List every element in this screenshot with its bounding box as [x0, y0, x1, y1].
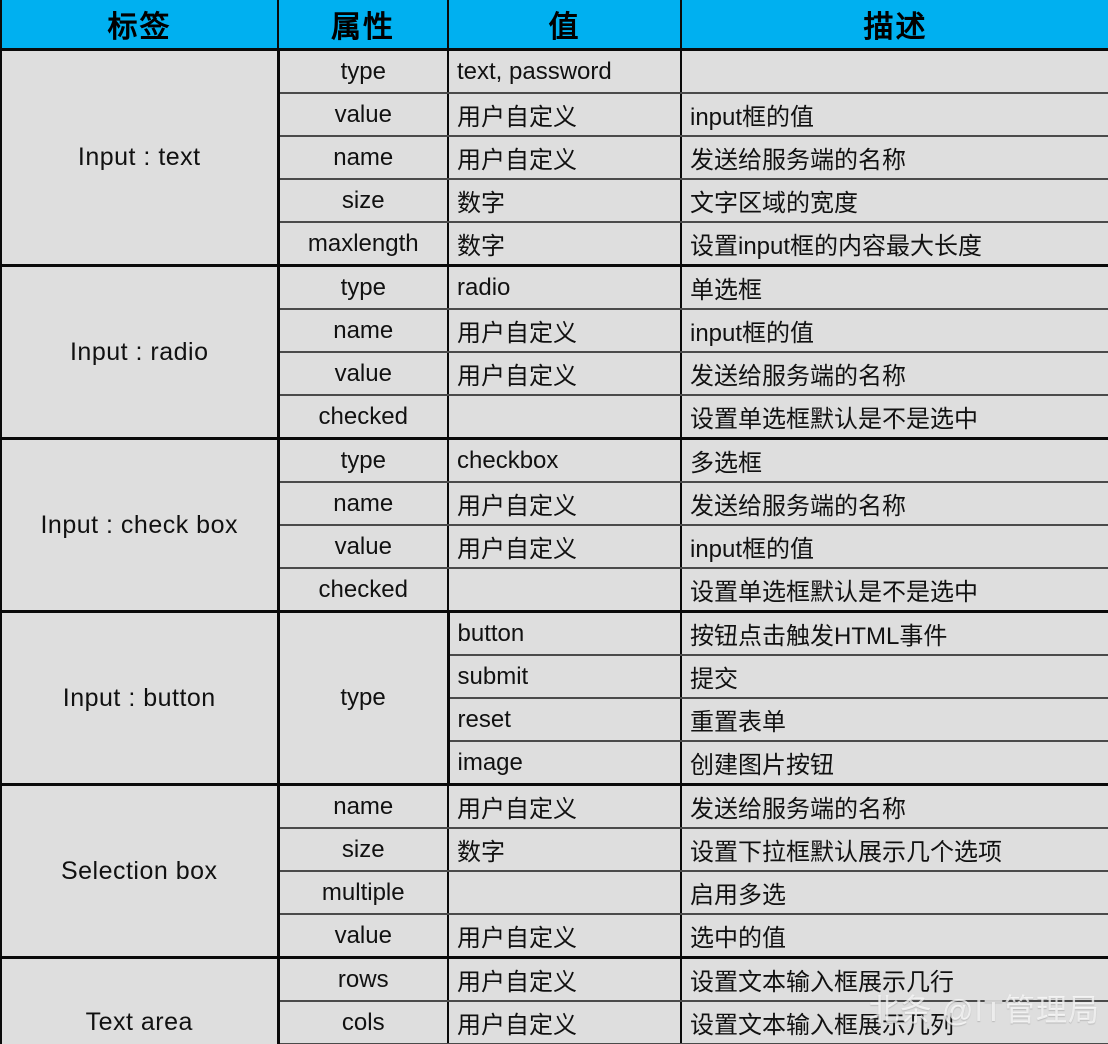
table-row: Selection box name 用户自定义 发送给服务端的名称: [0, 784, 1108, 959]
description-cell: 多选框: [681, 438, 1108, 483]
value-cell: [448, 871, 682, 915]
value-cell: 数字: [448, 179, 682, 223]
column-header-tag: 标签: [0, 0, 279, 51]
value-cell: 数字: [448, 828, 682, 872]
attribute-cell: rows: [278, 957, 449, 1002]
attribute-cell: type: [278, 611, 450, 786]
attribute-cell: name: [277, 309, 449, 353]
description-cell: 启用多选: [681, 871, 1108, 915]
header-row: 标签 属性 值 描述: [0, 0, 1108, 51]
value-cell: image: [447, 741, 682, 786]
tag-cell: Input : button: [0, 611, 280, 786]
table-row: Input : button type button 按钮点击触发HTML事件: [0, 611, 1108, 786]
attribute-cell: size: [277, 828, 449, 872]
attribute-cell: value: [277, 914, 449, 959]
value-cell: 用户自定义: [448, 1001, 682, 1044]
description-cell: 设置input框的内容最大长度: [681, 222, 1108, 267]
attribute-cell: name: [278, 784, 449, 829]
description-cell: 设置下拉框默认展示几个选项: [681, 828, 1108, 872]
attribute-cell: value: [277, 93, 449, 137]
description-cell: 文字区域的宽度: [681, 179, 1108, 223]
value-cell: button: [448, 611, 682, 656]
description-cell: 重置表单: [681, 698, 1108, 742]
tag-cell: Text area: [0, 957, 280, 1044]
attribute-cell: maxlength: [277, 222, 449, 267]
description-cell: 发送给服务端的名称: [681, 136, 1108, 180]
value-cell: [448, 395, 682, 440]
value-cell: 用户自定义: [448, 525, 682, 569]
description-cell: input框的值: [681, 525, 1108, 569]
attribute-cell: name: [277, 136, 449, 180]
value-cell: 数字: [448, 222, 682, 267]
attribute-cell: size: [277, 179, 449, 223]
value-cell: reset: [447, 698, 682, 742]
attribute-cell: checked: [277, 395, 449, 440]
table-container: 标签 属性 值 描述 Input : text type text, passwor…: [0, 0, 1108, 1044]
description-cell: 按钮点击触发HTML事件: [681, 611, 1108, 656]
html-form-attributes-table: 标签 属性 值 描述 Input : text type text, passwor…: [0, 0, 1108, 1044]
tag-cell: Selection box: [0, 784, 280, 959]
description-cell: 创建图片按钮: [681, 741, 1108, 786]
value-cell: text, password: [448, 49, 682, 94]
attribute-cell: cols: [277, 1001, 449, 1044]
description-cell: 提交: [681, 655, 1108, 699]
value-cell: 用户自定义: [448, 136, 682, 180]
value-cell: 用户自定义: [448, 309, 682, 353]
description-cell: 设置文本输入框展示几行: [681, 957, 1108, 1002]
description-cell: input框的值: [681, 93, 1108, 137]
column-header-description: 描述: [681, 0, 1108, 51]
table-row: Input : radio type radio 单选框: [0, 265, 1108, 440]
description-cell: 选中的值: [681, 914, 1108, 959]
tag-cell: Input : check box: [0, 438, 280, 613]
attribute-cell: value: [277, 525, 449, 569]
description-cell: 设置文本输入框展示几列: [681, 1001, 1108, 1044]
value-cell: 用户自定义: [448, 352, 682, 396]
value-cell: checkbox: [448, 438, 682, 483]
table-header: 标签 属性 值 描述: [0, 0, 1108, 51]
tag-cell: Input : radio: [0, 265, 280, 440]
value-cell: 用户自定义: [448, 482, 682, 526]
table-row: Text area rows 用户自定义 设置文本输入框展示几行: [0, 957, 1108, 1044]
value-cell: 用户自定义: [448, 784, 682, 829]
description-cell: 发送给服务端的名称: [681, 482, 1108, 526]
attribute-cell: name: [277, 482, 449, 526]
description-cell: 发送给服务端的名称: [681, 784, 1108, 829]
value-cell: 用户自定义: [448, 93, 682, 137]
column-header-value: 值: [448, 0, 682, 51]
description-cell: [681, 49, 1108, 94]
description-cell: 设置单选框默认是不是选中: [681, 568, 1108, 613]
column-header-attribute: 属性: [278, 0, 449, 51]
attribute-cell: multiple: [277, 871, 449, 915]
value-cell: 用户自定义: [448, 957, 682, 1002]
attribute-cell: value: [277, 352, 449, 396]
description-cell: 发送给服务端的名称: [681, 352, 1108, 396]
description-cell: input框的值: [681, 309, 1108, 353]
tag-cell: Input : text: [0, 49, 280, 267]
description-cell: 单选框: [681, 265, 1108, 310]
attribute-cell: type: [278, 265, 449, 310]
description-cell: 设置单选框默认是不是选中: [681, 395, 1108, 440]
table-body: Input : text type text, password value 用户自定义…: [0, 49, 1108, 1044]
value-cell: submit: [447, 655, 682, 699]
attribute-cell: checked: [277, 568, 449, 613]
table-row: Input : check box type checkbox 多选框: [0, 438, 1108, 613]
attribute-cell: type: [278, 49, 449, 94]
table-row: Input : text type text, password: [0, 49, 1108, 267]
attribute-cell: type: [278, 438, 449, 483]
value-cell: radio: [448, 265, 682, 310]
value-cell: [448, 568, 682, 613]
value-cell: 用户自定义: [448, 914, 682, 959]
